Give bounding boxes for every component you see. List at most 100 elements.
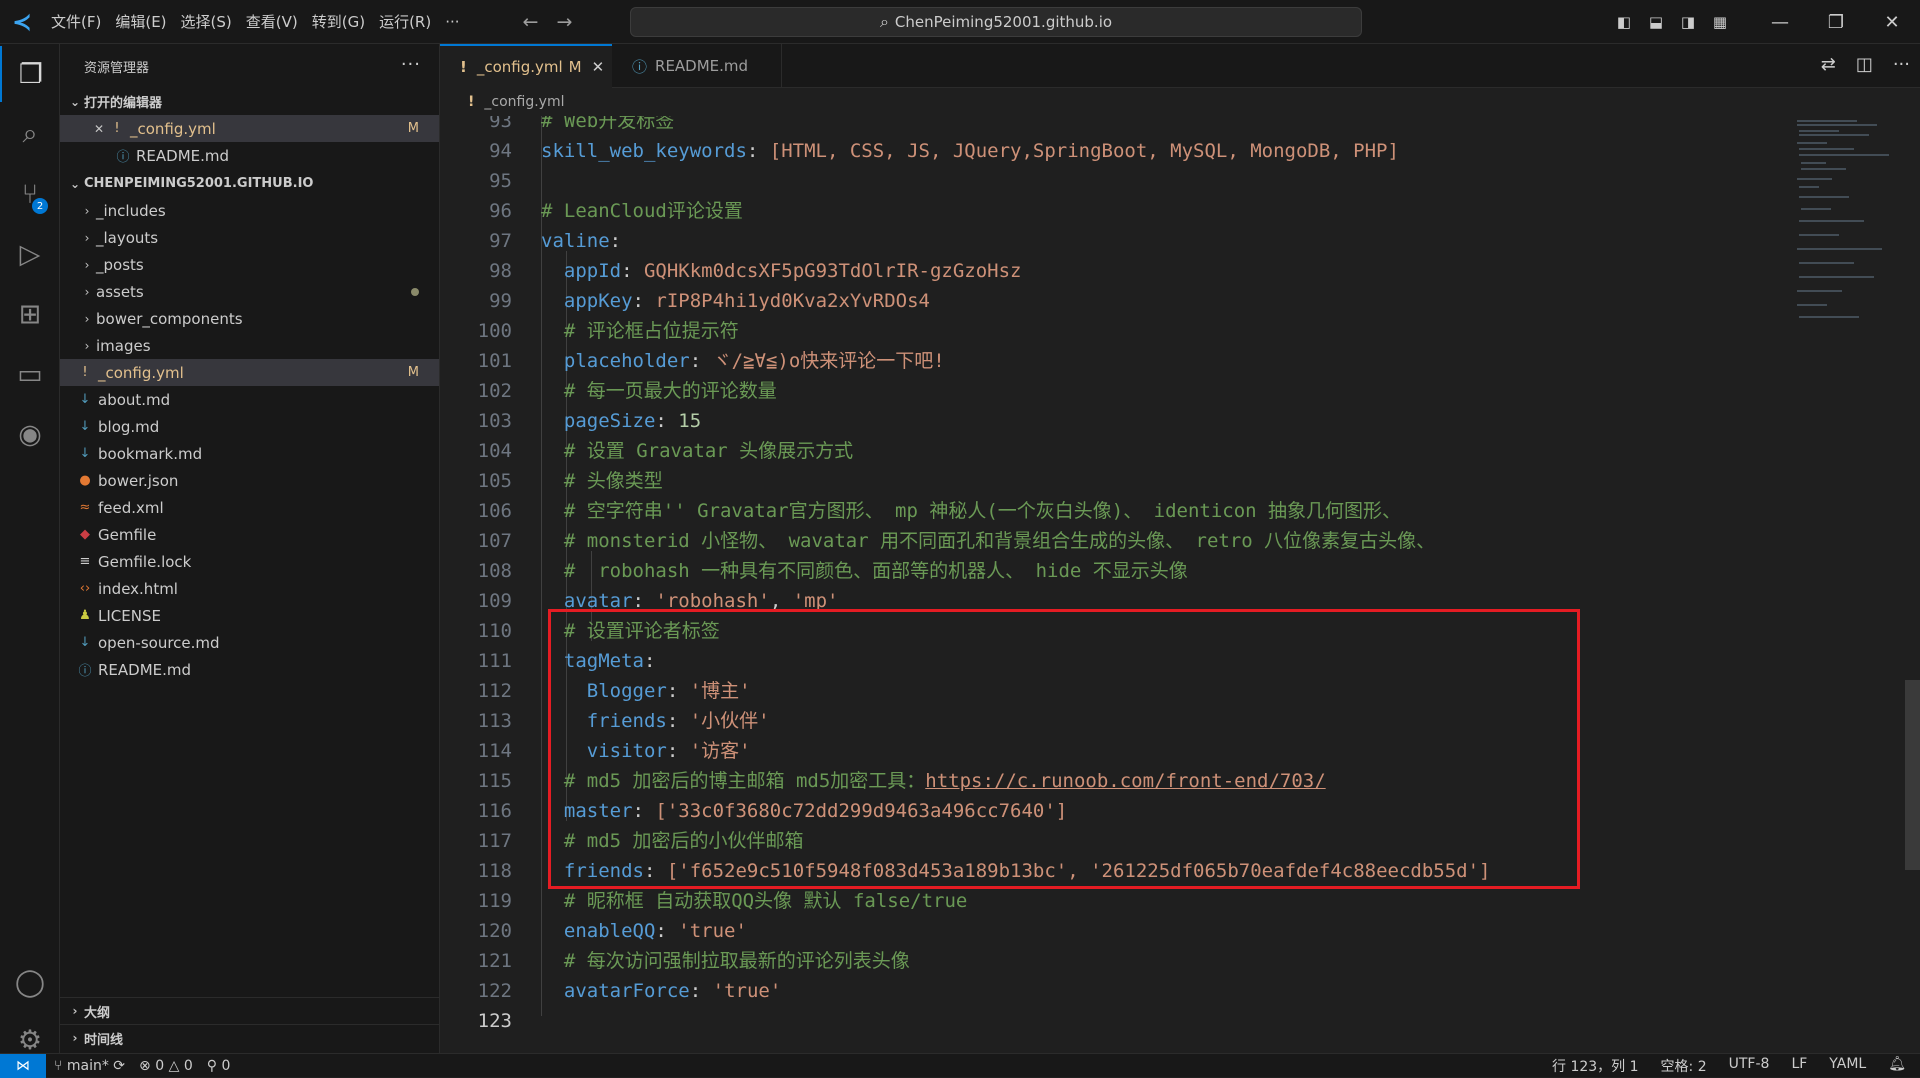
- accounts-icon[interactable]: ◯: [0, 954, 60, 1010]
- github-icon[interactable]: ◉: [0, 406, 60, 462]
- search-view-icon[interactable]: ⌕: [0, 106, 60, 162]
- encoding-status[interactable]: UTF-8: [1729, 1056, 1770, 1076]
- folder-item[interactable]: › bower_components: [60, 305, 439, 332]
- code-line[interactable]: # monsterid 小怪物、 wavatar 用不同面孔和背景组合生成的头像…: [541, 526, 1435, 556]
- branch-status[interactable]: ⑂ main* ⟳: [54, 1058, 125, 1074]
- code-line[interactable]: valine:: [541, 226, 621, 256]
- more-editor-actions-icon[interactable]: ···: [1893, 54, 1910, 75]
- file-item[interactable]: ↓ bookmark.md: [60, 440, 439, 467]
- chevron-right-icon: ›: [84, 203, 90, 218]
- toggle-panel-icon[interactable]: ⬓: [1640, 13, 1672, 31]
- forward-arrow-icon[interactable]: →: [556, 11, 572, 33]
- cursor-position[interactable]: 行 123，列 1: [1552, 1056, 1639, 1076]
- folder-item[interactable]: › _layouts: [60, 224, 439, 251]
- more-actions-icon[interactable]: ···: [401, 54, 421, 75]
- file-item[interactable]: ! _config.yml M: [60, 359, 439, 386]
- menu-run[interactable]: 运行(R): [372, 11, 438, 32]
- code-line[interactable]: # 评论框占位提示符: [541, 316, 739, 346]
- folder-item[interactable]: › _includes: [60, 197, 439, 224]
- code-token: placeholder: [563, 350, 690, 372]
- file-item[interactable]: ● bower.json: [60, 467, 439, 494]
- code-token: 'true': [712, 980, 782, 1002]
- folder-item[interactable]: › images: [60, 332, 439, 359]
- code-line[interactable]: # Web开发标签: [541, 116, 674, 136]
- minimap[interactable]: [1795, 116, 1910, 366]
- file-item[interactable]: ≈ feed.xml: [60, 494, 439, 521]
- breadcrumb[interactable]: ! _config.yml: [440, 88, 1920, 116]
- markdown-file-icon: ↓: [79, 635, 91, 650]
- menu-file[interactable]: 文件(F): [44, 11, 108, 32]
- folder-item[interactable]: › assets: [60, 278, 439, 305]
- ports-status[interactable]: ⚲ 0: [207, 1058, 231, 1074]
- remote-explorer-icon[interactable]: ▭: [0, 346, 60, 402]
- code-line[interactable]: # 空字符串'' Gravatar官方图形、 mp 神秘人(一个灰白头像)、 i…: [541, 496, 1401, 526]
- compare-changes-icon[interactable]: ⇄: [1821, 54, 1836, 75]
- run-debug-icon[interactable]: ▷: [0, 226, 60, 282]
- menu-more[interactable]: ···: [438, 13, 466, 31]
- code-line[interactable]: placeholder: ヾ/≧∀≦)o快来评论一下吧!: [541, 346, 945, 376]
- code-line[interactable]: pageSize: 15: [541, 406, 701, 436]
- indentation-status[interactable]: 空格: 2: [1661, 1056, 1707, 1076]
- eol-status[interactable]: LF: [1791, 1056, 1807, 1076]
- split-editor-icon[interactable]: ◫: [1856, 54, 1873, 75]
- code-line[interactable]: appKey: rIP8P4hi1yd0Kva2xYvRDOs4: [541, 286, 930, 316]
- explorer-icon[interactable]: ❐: [0, 46, 60, 102]
- timeline-header[interactable]: › 时间线: [60, 1024, 439, 1051]
- workspace-header[interactable]: ⌄ CHENPEIMING52001.GITHUB.IO: [60, 170, 439, 197]
- code-line[interactable]: # 昵称框 自动获取QQ头像 默认 false/true: [541, 886, 967, 916]
- code-line[interactable]: # robohash 一种具有不同颜色、面部等的机器人、 hide 不显示头像: [541, 556, 1188, 586]
- menu-selection[interactable]: 选择(S): [174, 11, 239, 32]
- customize-layout-icon[interactable]: ▦: [1704, 13, 1736, 31]
- tab-readme[interactable]: ⓘ README.md: [612, 44, 782, 88]
- open-editor-config[interactable]: ✕ ! _config.yml M: [60, 115, 439, 142]
- code-token: # robohash 一种具有不同颜色、面部等的机器人、 hide 不显示头像: [563, 560, 1188, 582]
- open-editors-header[interactable]: ⌄ 打开的编辑器: [60, 88, 439, 115]
- open-editor-readme[interactable]: ⓘ README.md: [60, 142, 439, 169]
- code-line[interactable]: # LeanCloud评论设置: [541, 196, 743, 226]
- folder-label: _posts: [96, 255, 144, 274]
- code-line[interactable]: avatarForce: 'true': [541, 976, 781, 1006]
- code-line[interactable]: enableQQ: 'true': [541, 916, 747, 946]
- notifications-bell-icon[interactable]: 🔔︎: [1888, 1056, 1906, 1076]
- code-line[interactable]: # 每一页最大的评论数量: [541, 376, 777, 406]
- editor-scrollbar[interactable]: [1905, 680, 1920, 870]
- toggle-primary-sidebar-icon[interactable]: ◧: [1608, 13, 1640, 31]
- file-item[interactable]: ↓ blog.md: [60, 413, 439, 440]
- folder-item[interactable]: › _posts: [60, 251, 439, 278]
- explorer-title: 资源管理器 ···: [60, 44, 439, 88]
- problems-status[interactable]: ⊗ 0 △ 0: [139, 1058, 193, 1074]
- menu-edit[interactable]: 编辑(E): [108, 11, 173, 32]
- file-item[interactable]: ≡ Gemfile.lock: [60, 548, 439, 575]
- minimize-icon[interactable]: —: [1752, 12, 1808, 33]
- source-control-icon[interactable]: ⑂ 2: [0, 166, 60, 222]
- code-line[interactable]: appId: GQHKkm0dcsXF5pG93TdOlrIR-gzGzoHsz: [541, 256, 1022, 286]
- code-line[interactable]: # 头像类型: [541, 466, 663, 496]
- menu-view[interactable]: 查看(V): [239, 11, 305, 32]
- close-tab-icon[interactable]: ✕: [592, 58, 605, 76]
- remote-indicator-icon[interactable]: ⋈: [0, 1053, 46, 1078]
- outline-header[interactable]: › 大纲: [60, 997, 439, 1024]
- tab-config-yml[interactable]: ! _config.yml M ✕: [440, 44, 612, 88]
- chevron-down-icon: ⌄: [69, 94, 81, 109]
- file-item[interactable]: ♟ LICENSE: [60, 602, 439, 629]
- menu-go[interactable]: 转到(G): [305, 11, 372, 32]
- extensions-icon[interactable]: ⊞: [0, 286, 60, 342]
- command-center-search[interactable]: ⌕ ChenPeiming52001.github.io: [630, 7, 1362, 37]
- code-line[interactable]: # 设置 Gravatar 头像展示方式: [541, 436, 853, 466]
- code-editor[interactable]: 93 # Web开发标签 94 skill_web_keywords: [HTML, …: [440, 116, 1905, 1051]
- file-item[interactable]: ⓘ README.md: [60, 656, 439, 683]
- code-line[interactable]: skill_web_keywords: [HTML, CSS, JS, JQue…: [541, 136, 1399, 166]
- back-arrow-icon[interactable]: ←: [523, 11, 539, 33]
- restore-icon[interactable]: ❐: [1808, 12, 1864, 33]
- toggle-secondary-sidebar-icon[interactable]: ◨: [1672, 13, 1704, 31]
- file-item[interactable]: ‹› index.html: [60, 575, 439, 602]
- sync-icon[interactable]: ⟳: [113, 1058, 125, 1074]
- file-item[interactable]: ↓ open-source.md: [60, 629, 439, 656]
- code-line[interactable]: # 每次访问强制拉取最新的评论列表头像: [541, 946, 910, 976]
- close-editor-icon[interactable]: ✕: [90, 122, 108, 136]
- language-mode[interactable]: YAML: [1829, 1056, 1866, 1076]
- file-item[interactable]: ↓ about.md: [60, 386, 439, 413]
- close-window-icon[interactable]: ✕: [1864, 12, 1920, 33]
- file-item[interactable]: ◆ Gemfile: [60, 521, 439, 548]
- source-control-badge: 2: [32, 198, 48, 214]
